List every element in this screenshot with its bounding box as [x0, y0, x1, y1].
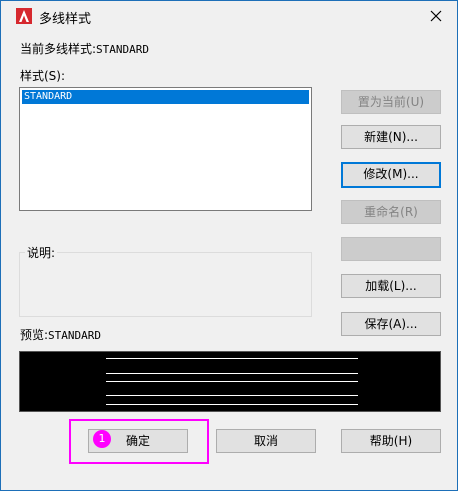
preview-value: STANDARD [48, 329, 102, 342]
set-current-button[interactable]: 置为当前(U) [341, 90, 441, 114]
styles-listbox[interactable]: STANDARD [19, 87, 312, 211]
current-style-label: 当前多线样式: [20, 42, 97, 56]
description-label: 说明: [25, 244, 58, 261]
cancel-button[interactable]: 取消 [216, 429, 316, 453]
multiline-style-dialog: 多线样式 当前多线样式:STANDARD 样式(S): STANDARD 说明:… [0, 0, 458, 491]
description-groupbox [19, 252, 312, 317]
list-item-standard[interactable]: STANDARD [22, 90, 309, 104]
rename-button[interactable]: 重命名(R) [341, 200, 441, 224]
close-icon[interactable] [425, 5, 447, 27]
styles-label: 样式(S): [20, 69, 66, 83]
annotation-highlight-box [69, 419, 209, 464]
modify-button[interactable]: 修改(M)... [341, 162, 441, 188]
preview-line [106, 381, 358, 382]
preview-line [106, 395, 358, 396]
preview-row: 预览:STANDARD [20, 326, 101, 343]
current-style-row: 当前多线样式:STANDARD [20, 40, 149, 57]
window-title: 多线样式 [39, 12, 92, 27]
preview-canvas [19, 351, 441, 412]
help-button[interactable]: 帮助(H) [341, 429, 441, 453]
annotation-step-badge: 1 [93, 430, 111, 448]
save-button[interactable]: 保存(A)... [341, 312, 441, 336]
preview-label: 预览: [20, 328, 49, 342]
delete-button[interactable] [341, 237, 441, 261]
autocad-app-icon [16, 8, 32, 24]
title-bar: 多线样式 [1, 1, 457, 32]
new-button[interactable]: 新建(N)... [341, 125, 441, 149]
current-style-value: STANDARD [96, 43, 150, 56]
load-button[interactable]: 加载(L)... [341, 274, 441, 298]
preview-line [106, 404, 358, 405]
preview-line [106, 358, 358, 359]
preview-line [106, 373, 358, 374]
